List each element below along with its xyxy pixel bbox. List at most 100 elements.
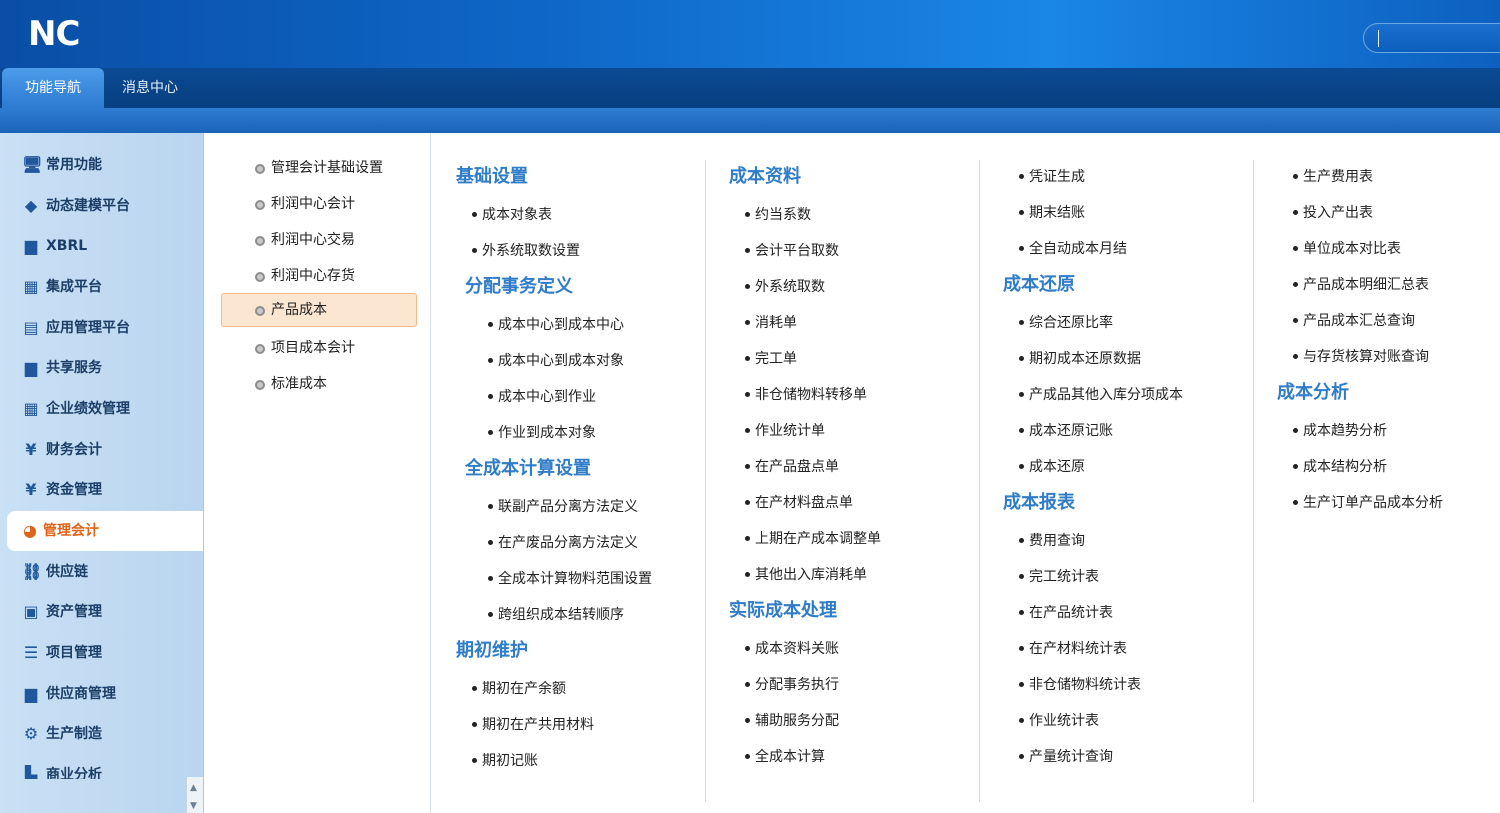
function-link[interactable]: 在产品统计表 xyxy=(1019,603,1113,623)
function-link[interactable]: 上期在产成本调整单 xyxy=(745,529,881,549)
sidebar-item-common[interactable]: 🖥 常用功能 xyxy=(0,145,203,185)
function-link[interactable]: 成本中心到成本中心 xyxy=(488,315,624,335)
sidebar-item-modeling[interactable]: ◆ 动态建模平台 xyxy=(0,186,203,226)
scroll-up-arrow-icon[interactable]: ▲ xyxy=(190,783,197,793)
function-link[interactable]: 期初在产共用材料 xyxy=(472,715,594,735)
function-link[interactable]: 产量统计查询 xyxy=(1019,747,1113,767)
scroll-down-arrow-icon[interactable]: ▼ xyxy=(190,801,197,811)
function-link[interactable]: 在产材料统计表 xyxy=(1019,639,1127,659)
sidebar-item-performance[interactable]: ▦ 企业绩效管理 xyxy=(0,389,203,429)
function-link[interactable]: 辅助服务分配 xyxy=(745,711,839,731)
function-link[interactable]: 生产费用表 xyxy=(1293,167,1373,187)
function-link[interactable]: 期末结账 xyxy=(1019,203,1085,223)
function-link[interactable]: 期初记账 xyxy=(472,751,538,771)
submenu-item[interactable]: 利润中心交易 xyxy=(221,223,417,257)
module-sidebar: 🖥 常用功能 ◆ 动态建模平台 ▆ XBRL ▦ 集成平台 ▤ 应用管理平台 ▆ 共享服务 … xyxy=(0,133,204,813)
sidebar-item-mgmt-accounting[interactable]: ◕ 管理会计 xyxy=(7,511,203,551)
submenu-panel: 管理会计基础设置 利润中心会计 利润中心交易 利润中心存货 产品成本 项目成本会… xyxy=(205,133,431,813)
submenu-item[interactable]: 管理会计基础设置 xyxy=(221,151,417,185)
sidebar-item-finance[interactable]: ¥ 财务会计 xyxy=(0,430,203,470)
function-link[interactable]: 产成品其他入库分项成本 xyxy=(1019,385,1183,405)
column-divider xyxy=(1253,160,1254,802)
list-icon: ☰ xyxy=(23,643,39,662)
function-link[interactable]: 成本结构分析 xyxy=(1293,457,1387,477)
function-link[interactable]: 约当系数 xyxy=(745,205,811,225)
sidebar-item-supply-chain[interactable]: ⛓ 供应链 xyxy=(0,552,203,592)
sidebar-item-treasury[interactable]: ¥ 资金管理 xyxy=(0,470,203,510)
function-link[interactable]: 分配事务执行 xyxy=(745,675,839,695)
tab-message-center[interactable]: 消息中心 xyxy=(104,68,196,108)
function-link[interactable]: 非仓储物料转移单 xyxy=(745,385,867,405)
function-link[interactable]: 成本还原 xyxy=(1019,457,1085,477)
function-link[interactable]: 外系统取数 xyxy=(745,277,825,297)
bullet-icon xyxy=(255,164,265,174)
folder-icon: ▆ xyxy=(24,236,38,255)
function-link[interactable]: 全成本计算物料范围设置 xyxy=(488,569,652,589)
function-link[interactable]: 联副产品分离方法定义 xyxy=(488,497,638,517)
submenu-item[interactable]: 利润中心会计 xyxy=(221,187,417,221)
sidebar-item-analytics[interactable]: ▙ 商业分析 xyxy=(0,755,203,780)
function-link[interactable]: 跨组织成本结转顺序 xyxy=(488,605,624,625)
submenu-item[interactable]: 标准成本 xyxy=(221,367,417,401)
function-link[interactable]: 产品成本明细汇总表 xyxy=(1293,275,1429,295)
sidebar-item-assets[interactable]: ▣ 资产管理 xyxy=(0,592,203,632)
function-link[interactable]: 其他出入库消耗单 xyxy=(745,565,867,585)
sidebar-item-app-mgmt[interactable]: ▤ 应用管理平台 xyxy=(0,308,203,348)
tab-function-nav[interactable]: 功能导航 xyxy=(2,68,104,108)
function-link[interactable]: 完工单 xyxy=(745,349,797,369)
sidebar-item-projects[interactable]: ☰ 项目管理 xyxy=(0,633,203,673)
gear-icon: ⚙ xyxy=(23,724,39,743)
assets-icon: ▣ xyxy=(23,602,39,621)
sidebar-item-suppliers[interactable]: ▆ 供应商管理 xyxy=(0,674,203,714)
monitor-icon: 🖥 xyxy=(22,155,43,174)
function-link[interactable]: 全成本计算 xyxy=(745,747,825,767)
bullet-icon xyxy=(255,272,265,282)
function-link[interactable]: 成本中心到作业 xyxy=(488,387,596,407)
submenu-item-product-cost[interactable]: 产品成本 xyxy=(221,293,417,327)
function-link[interactable]: 在产材料盘点单 xyxy=(745,493,853,513)
panel-icon: ▤ xyxy=(23,318,39,337)
function-link[interactable]: 全自动成本月结 xyxy=(1019,239,1127,259)
sidebar-item-integration[interactable]: ▦ 集成平台 xyxy=(0,267,203,307)
function-link[interactable]: 与存货核算对账查询 xyxy=(1293,347,1429,367)
submenu-item[interactable]: 利润中心存货 xyxy=(221,259,417,293)
column-divider xyxy=(979,160,980,802)
function-link[interactable]: 单位成本对比表 xyxy=(1293,239,1401,259)
function-link[interactable]: 非仓储物料统计表 xyxy=(1019,675,1141,695)
search-input[interactable] xyxy=(1363,23,1500,53)
sidebar-item-manufacturing[interactable]: ⚙ 生产制造 xyxy=(0,714,203,754)
yen-icon: ¥ xyxy=(25,480,37,499)
tab-bar: 功能导航 消息中心 xyxy=(0,68,1500,108)
function-link[interactable]: 完工统计表 xyxy=(1019,567,1099,587)
section-title: 基础设置 xyxy=(456,166,528,187)
function-link[interactable]: 费用查询 xyxy=(1019,531,1085,551)
function-link[interactable]: 产品成本汇总查询 xyxy=(1293,311,1415,331)
section-title: 成本资料 xyxy=(729,166,801,187)
function-link[interactable]: 消耗单 xyxy=(745,313,797,333)
function-link[interactable]: 作业统计单 xyxy=(745,421,825,441)
function-link[interactable]: 在产废品分离方法定义 xyxy=(488,533,638,553)
function-link[interactable]: 期初成本还原数据 xyxy=(1019,349,1141,369)
function-link[interactable]: 成本资料关账 xyxy=(745,639,839,659)
section-title: 成本还原 xyxy=(1003,274,1075,295)
sub-header-bar xyxy=(0,108,1500,133)
function-link[interactable]: 成本对象表 xyxy=(472,205,552,225)
folder-icon: ▆ xyxy=(24,684,38,703)
function-link[interactable]: 生产订单产品成本分析 xyxy=(1293,493,1443,513)
sidebar-scrollbar[interactable]: ▲ ▼ xyxy=(186,777,203,813)
function-link[interactable]: 期初在产余额 xyxy=(472,679,566,699)
sidebar-item-xbrl[interactable]: ▆ XBRL xyxy=(0,226,203,266)
function-link[interactable]: 成本还原记账 xyxy=(1019,421,1113,441)
function-link[interactable]: 成本中心到成本对象 xyxy=(488,351,624,371)
function-link[interactable]: 成本趋势分析 xyxy=(1293,421,1387,441)
sidebar-item-shared[interactable]: ▆ 共享服务 xyxy=(0,348,203,388)
function-link[interactable]: 会计平台取数 xyxy=(745,241,839,261)
function-link[interactable]: 作业到成本对象 xyxy=(488,423,596,443)
function-link[interactable]: 外系统取数设置 xyxy=(472,241,580,261)
function-link[interactable]: 凭证生成 xyxy=(1019,167,1085,187)
function-link[interactable]: 投入产出表 xyxy=(1293,203,1373,223)
function-link[interactable]: 作业统计表 xyxy=(1019,711,1099,731)
function-link[interactable]: 综合还原比率 xyxy=(1019,313,1113,333)
function-link[interactable]: 在产品盘点单 xyxy=(745,457,839,477)
submenu-item[interactable]: 项目成本会计 xyxy=(221,331,417,365)
